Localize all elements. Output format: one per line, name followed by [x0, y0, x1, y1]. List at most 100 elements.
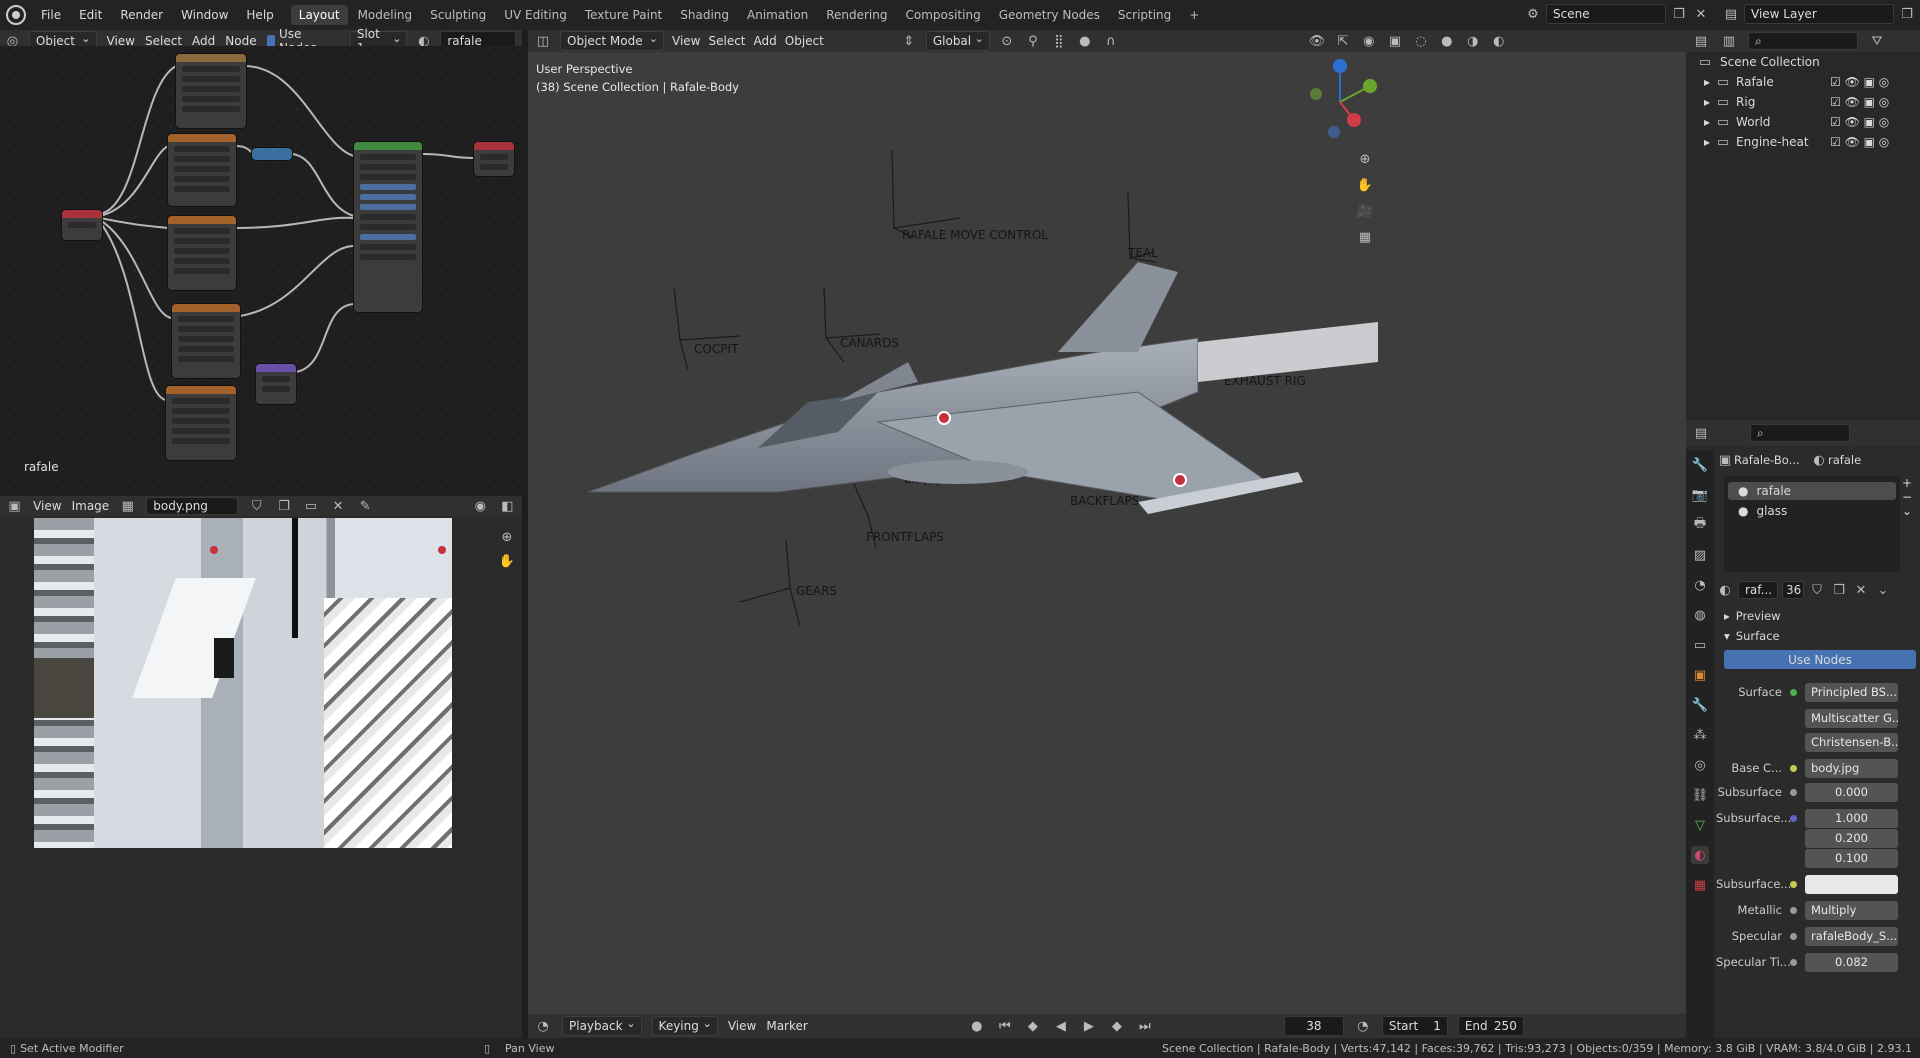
scene-field[interactable]: Scene — [1546, 4, 1666, 24]
ortho-grid-icon[interactable]: ▦ — [1356, 228, 1374, 246]
outliner-item-engine-heat[interactable]: ▸ ▭ Engine-heat ☑ 👁 ▣ ◎ — [1686, 132, 1920, 152]
menu-render[interactable]: Render — [111, 8, 172, 22]
viewport-menu-view[interactable]: View — [672, 34, 700, 48]
zoom-view-icon[interactable]: ⊕ — [1356, 150, 1374, 168]
overlays-icon[interactable]: ◉ — [1360, 32, 1378, 50]
image-editor-canvas[interactable]: ⊕ ✋ — [0, 516, 522, 1038]
shading-solid-icon[interactable]: ● — [1438, 32, 1456, 50]
slot-menu-icon[interactable]: ⌄ — [1902, 504, 1916, 518]
node-uv-map[interactable] — [62, 210, 102, 240]
pan-view-icon[interactable]: ✋ — [1356, 176, 1374, 194]
properties-type-icon[interactable]: ▤ — [1692, 424, 1710, 442]
outliner-search-input[interactable]: ⌕ — [1748, 32, 1858, 50]
expand-icon[interactable]: ▸ — [1704, 115, 1710, 129]
material-datablock-field[interactable]: raf... — [1738, 581, 1778, 599]
world-tab-icon[interactable]: ◍ — [1691, 606, 1709, 624]
node-mapping[interactable] — [176, 54, 246, 128]
zoom-icon[interactable]: ⊕ — [498, 528, 516, 546]
end-frame-field[interactable]: End 250 — [1457, 1016, 1524, 1036]
add-workspace-button[interactable]: + — [1181, 5, 1207, 25]
navigation-gizmo[interactable] — [1296, 56, 1386, 146]
menu-file[interactable]: File — [32, 8, 70, 22]
constraints-tab-icon[interactable]: ⛓ — [1691, 786, 1709, 804]
filter-icon[interactable]: ⛛ — [1868, 32, 1886, 50]
tab-rendering[interactable]: Rendering — [818, 5, 895, 25]
menu-edit[interactable]: Edit — [70, 8, 111, 22]
preview-range-icon[interactable]: ◔ — [1354, 1017, 1372, 1035]
properties-search-input[interactable]: ⌕ — [1750, 424, 1850, 442]
physics-tab-icon[interactable]: ◎ — [1691, 756, 1709, 774]
tab-animation[interactable]: Animation — [739, 5, 816, 25]
property-value-field[interactable]: Christensen-B... — [1805, 732, 1898, 752]
visibility-eye-icon[interactable]: ☑ 👁 ▣ ◎ — [1830, 115, 1889, 129]
scene-collection-row[interactable]: ▭ Scene Collection — [1686, 52, 1920, 72]
node-normal-map[interactable] — [256, 364, 296, 404]
jump-end-icon[interactable]: ⏭ — [1136, 1017, 1154, 1035]
texture-tab-icon[interactable]: ▦ — [1691, 876, 1709, 894]
expand-icon[interactable]: ▸ — [1704, 135, 1710, 149]
scene-tab-icon[interactable]: ◔ — [1691, 576, 1709, 594]
outliner-item-rig[interactable]: ▸ ▭ Rig ☑ 👁 ▣ ◎ — [1686, 92, 1920, 112]
socket-dot-icon[interactable] — [1790, 906, 1797, 914]
socket-dot-icon[interactable] — [1790, 958, 1797, 966]
play-icon[interactable]: ▶ — [1080, 1017, 1098, 1035]
socket-dot-icon[interactable] — [1790, 932, 1797, 940]
tab-geometry-nodes[interactable]: Geometry Nodes — [991, 5, 1108, 25]
pivot-icon[interactable]: ⊙ — [998, 32, 1016, 50]
current-frame-field[interactable]: 38 — [1283, 1016, 1344, 1036]
camera-view-icon[interactable]: 🎥 — [1356, 202, 1374, 220]
delete-scene-icon[interactable]: ✕ — [1692, 5, 1710, 23]
data-tab-icon[interactable]: ▽ — [1691, 816, 1709, 834]
viewport-menu-object[interactable]: Object — [785, 34, 824, 48]
socket-dot-icon[interactable] — [1790, 688, 1797, 696]
tab-shading[interactable]: Shading — [672, 5, 737, 25]
expand-icon[interactable]: ▸ — [1704, 75, 1710, 89]
socket-dot-icon[interactable] — [1790, 739, 1797, 746]
view-layer-field[interactable]: View Layer — [1744, 4, 1894, 24]
property-value-field[interactable]: 0.200 — [1805, 828, 1898, 848]
viewport-menu-add[interactable]: Add — [754, 34, 777, 48]
socket-dot-icon[interactable] — [1790, 764, 1797, 772]
open-image-icon[interactable]: ▭ — [302, 497, 319, 515]
tab-layout[interactable]: Layout — [290, 5, 348, 25]
new-view-layer-icon[interactable]: ❐ — [1898, 5, 1916, 23]
node-image-texture-3[interactable] — [172, 304, 240, 378]
object-tab-icon[interactable]: ▣ — [1691, 666, 1709, 684]
property-value-field[interactable] — [1805, 874, 1898, 894]
orientation-select[interactable]: Global — [925, 31, 990, 51]
node-image-texture-1[interactable] — [168, 134, 236, 206]
expand-icon[interactable]: ▸ — [1704, 95, 1710, 109]
property-value-field[interactable]: 0.100 — [1805, 848, 1898, 868]
property-value-field[interactable]: 0.000 — [1805, 782, 1898, 802]
view-layer-tab-icon[interactable]: ▨ — [1691, 546, 1709, 564]
modifier-tab-icon[interactable]: 🔧 — [1691, 696, 1709, 714]
pan-hand-icon[interactable]: ✋ — [498, 552, 516, 570]
shading-wireframe-icon[interactable]: ◌ — [1412, 32, 1430, 50]
tool-tab-icon[interactable]: 🔧 — [1691, 456, 1709, 474]
next-keyframe-icon[interactable]: ◆ — [1108, 1017, 1126, 1035]
property-value-field[interactable]: 0.082 — [1805, 952, 1898, 972]
blender-logo-icon[interactable] — [6, 5, 26, 25]
outliner-item-rafale[interactable]: ▸ ▭ Rafale ☑ 👁 ▣ ◎ — [1686, 72, 1920, 92]
unlink-material-icon[interactable]: ✕ — [1852, 581, 1870, 599]
node-principled-bsdf[interactable] — [354, 142, 422, 312]
interaction-mode-select[interactable]: Object Mode — [560, 31, 664, 51]
shading-rendered-icon[interactable]: ◐ — [1490, 32, 1508, 50]
surface-panel-header[interactable]: ▾ Surface — [1716, 626, 1920, 646]
play-reverse-icon[interactable]: ◀ — [1052, 1017, 1070, 1035]
image-menu-image[interactable]: Image — [72, 499, 110, 513]
visibility-eye-icon[interactable]: ☑ 👁 ▣ ◎ — [1830, 75, 1889, 89]
menu-help[interactable]: Help — [237, 8, 282, 22]
use-nodes-button[interactable]: Use Nodes — [1724, 650, 1916, 669]
property-value-field[interactable]: rafaleBody_S... — [1805, 926, 1898, 946]
socket-dot-icon[interactable] — [1790, 814, 1797, 822]
view-layer-icon[interactable]: ▤ — [1722, 5, 1740, 23]
node-image-texture-4[interactable] — [166, 386, 236, 460]
socket-dot-icon[interactable] — [1790, 788, 1797, 796]
viewport-editor-type-icon[interactable]: ◫ — [534, 32, 552, 50]
display-mode-icon[interactable]: ▥ — [1720, 32, 1738, 50]
node-reroute[interactable] — [252, 148, 292, 160]
material-tab-icon[interactable]: ◐ — [1691, 846, 1709, 864]
shading-material-icon[interactable]: ◑ — [1464, 32, 1482, 50]
tab-sculpting[interactable]: Sculpting — [422, 5, 494, 25]
